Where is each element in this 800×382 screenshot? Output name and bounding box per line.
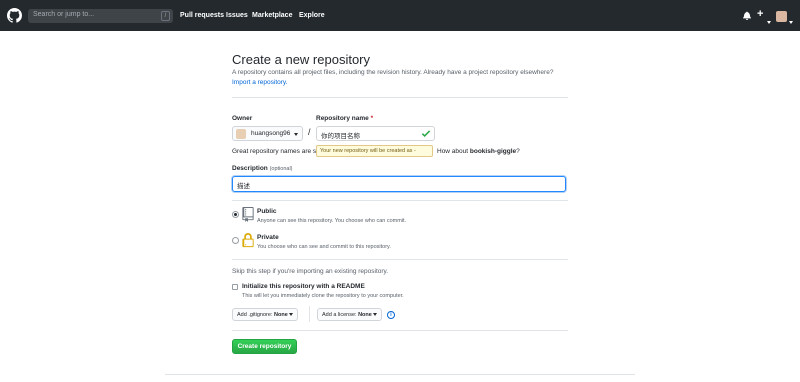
private-radio[interactable] <box>232 237 239 244</box>
repo-name-label: Repository name * <box>316 115 374 122</box>
owner-select[interactable]: huangsong96 <box>232 126 303 141</box>
avatar-caret-icon[interactable] <box>789 14 793 32</box>
description-label: Description (optional) <box>232 165 293 172</box>
avatar[interactable] <box>776 11 787 22</box>
divider <box>232 259 568 260</box>
search-shortcut-key: / <box>161 11 170 21</box>
owner-avatar <box>236 129 246 139</box>
repo-book-icon <box>242 207 254 222</box>
page-title: Create a new repository <box>232 52 371 67</box>
chevron-down-icon <box>373 313 378 317</box>
nav-pull-requests[interactable]: Pull requests <box>180 12 224 19</box>
public-radio[interactable] <box>232 211 239 218</box>
repo-name-tooltip: Your new repository will be created as - <box>316 145 433 157</box>
chevron-down-icon <box>294 133 298 136</box>
info-icon[interactable]: i <box>387 311 395 319</box>
divider <box>232 200 568 201</box>
select-separator <box>309 306 310 322</box>
import-repository-link[interactable]: Import a repository. <box>232 79 288 86</box>
skip-hint: Skip this step if you're importing an ex… <box>232 268 389 275</box>
readme-title[interactable]: Initialize this repository with a README <box>242 283 365 290</box>
nav-explore[interactable]: Explore <box>299 12 325 19</box>
owner-name: huangsong96 <box>251 130 291 137</box>
divider <box>232 330 568 331</box>
create-repository-button[interactable]: Create repository <box>232 339 297 354</box>
divider <box>232 97 568 98</box>
top-header: Search or jump to... / Pull requests Iss… <box>0 0 800 31</box>
description-value: 描述 <box>237 183 250 190</box>
name-hint-text: Great repository names are s <box>232 148 317 155</box>
owner-repo-separator: / <box>308 127 311 137</box>
public-description: Anyone can see this repository. You choo… <box>257 218 407 224</box>
suggested-name[interactable]: bookish-giggle <box>470 148 516 155</box>
github-logo-icon[interactable] <box>7 8 22 23</box>
readme-description: This will let you immediately clone the … <box>242 293 404 299</box>
footer-divider <box>165 374 635 375</box>
plus-icon[interactable]: + <box>757 9 763 20</box>
check-icon <box>421 130 431 137</box>
repo-name-value: 你的项目名称 <box>321 133 360 140</box>
private-title[interactable]: Private <box>257 234 279 241</box>
search-placeholder: Search or jump to... <box>33 11 95 18</box>
nav-issues[interactable]: Issues <box>226 12 248 19</box>
repo-name-input[interactable]: 你的项目名称 <box>316 126 435 141</box>
name-suggestion-text: How about bookish-giggle? <box>437 148 520 155</box>
owner-label: Owner <box>232 115 253 122</box>
bell-icon[interactable] <box>743 11 751 20</box>
chevron-down-icon <box>289 313 294 317</box>
plus-caret-icon[interactable] <box>767 14 771 32</box>
readme-checkbox[interactable] <box>232 284 238 290</box>
description-input[interactable]: 描述 <box>232 176 566 192</box>
lock-icon <box>242 233 254 248</box>
search-input[interactable]: Search or jump to... / <box>28 9 173 23</box>
gitignore-select[interactable]: Add .gitignore: None <box>232 308 299 321</box>
public-title[interactable]: Public <box>257 208 277 215</box>
nav-marketplace[interactable]: Marketplace <box>252 12 292 19</box>
private-description: You choose who can see and commit to thi… <box>257 244 391 250</box>
license-select[interactable]: Add a license: None <box>317 308 383 321</box>
page-subtitle: A repository contains all project files,… <box>232 69 554 76</box>
